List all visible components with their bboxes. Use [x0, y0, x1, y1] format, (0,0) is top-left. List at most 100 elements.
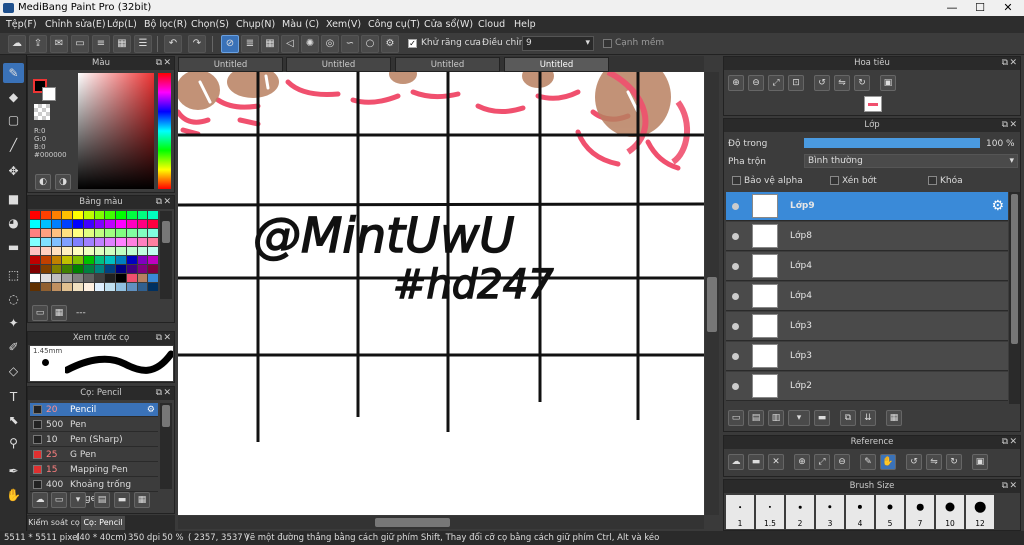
move-tool-icon[interactable]: ✥ — [3, 161, 24, 181]
palette-swatch[interactable] — [30, 211, 40, 219]
palette-swatch[interactable] — [83, 229, 94, 237]
hand-tool-icon[interactable]: ✋ — [3, 485, 24, 505]
new-halftone-layer-icon[interactable]: ▤ — [748, 410, 764, 426]
palette-swatch[interactable] — [62, 274, 72, 282]
cloud-icon[interactable]: ☁ — [8, 35, 26, 53]
palette-swatch[interactable] — [73, 256, 83, 264]
palette-swatch[interactable] — [51, 238, 62, 246]
popout-icon[interactable]: ⧉ — [156, 387, 162, 400]
brush-size-preset[interactable]: 1 — [726, 495, 754, 529]
open-folder-icon[interactable]: ▬ — [748, 454, 764, 470]
palette-swatch[interactable] — [148, 220, 158, 228]
palette-swatch[interactable] — [83, 283, 94, 291]
menu-cloud[interactable]: Cloud — [478, 16, 505, 33]
duplicate-layer-icon[interactable]: ⧉ — [840, 410, 856, 426]
hand-icon[interactable]: ✋ — [880, 454, 896, 470]
eyedropper-icon[interactable]: ✎ — [860, 454, 876, 470]
close-icon[interactable]: ✕ — [163, 332, 171, 345]
menu-view[interactable]: Xem(V) — [326, 16, 361, 33]
menu-select[interactable]: Chọn(S) — [191, 16, 229, 33]
palette-swatch[interactable] — [126, 220, 137, 228]
palette-swatch[interactable] — [94, 247, 105, 255]
layer-row[interactable]: Lớp4 — [726, 282, 1008, 311]
blend-select[interactable]: Bình thường ▾ — [804, 154, 1018, 168]
palette-swatch[interactable] — [105, 256, 115, 264]
palette-swatch[interactable] — [30, 283, 40, 291]
visibility-icon[interactable] — [732, 383, 739, 390]
palette-swatch[interactable] — [137, 211, 148, 219]
palette-swatch[interactable] — [148, 265, 158, 273]
palette-swatch[interactable] — [148, 274, 158, 282]
palette-swatch[interactable] — [83, 211, 94, 219]
palette-swatch[interactable] — [94, 220, 105, 228]
canvas-horizontal-scrollbar[interactable] — [178, 516, 704, 529]
pen-tool-icon[interactable]: ✒ — [3, 461, 24, 481]
palette-swatch[interactable] — [148, 247, 158, 255]
eyedropper-icon[interactable]: ⚲ — [3, 433, 24, 453]
palette-swatch[interactable] — [62, 211, 72, 219]
fit-icon[interactable]: ⤢ — [814, 454, 830, 470]
palette-swatch[interactable] — [51, 256, 62, 264]
layer-row[interactable]: Lớp2 — [726, 372, 1008, 401]
palette-swatch[interactable] — [73, 211, 83, 219]
palette-swatch[interactable] — [51, 283, 62, 291]
menu-color[interactable]: Màu (C) — [282, 16, 319, 33]
palette-swatch[interactable] — [40, 238, 51, 246]
palette-swatch[interactable] — [73, 265, 83, 273]
grid-doc-icon[interactable]: ▦ — [113, 35, 131, 53]
palette-swatch[interactable] — [73, 274, 83, 282]
palette-swatch[interactable] — [40, 274, 51, 282]
menu-snap[interactable]: Chụp(N) — [236, 16, 275, 33]
brush-doc-icon[interactable]: ▤ — [94, 492, 110, 508]
tab-brush[interactable]: Cọ: Pencil — [81, 516, 125, 530]
palette-swatch[interactable] — [105, 238, 115, 246]
brush-size-preset[interactable]: 2 — [786, 495, 814, 529]
rotate-left-icon[interactable]: ↺ — [814, 75, 830, 91]
brush-size-preset[interactable]: 3 — [816, 495, 844, 529]
close-icon[interactable]: ✕ — [1009, 57, 1017, 70]
maximize-button[interactable]: ☐ — [966, 0, 994, 16]
palette-swatch[interactable] — [51, 247, 62, 255]
tab-brush-control[interactable]: Kiểm soát cọ — [28, 516, 80, 530]
brush-item[interactable]: 25 G Pen — [30, 448, 158, 462]
palette-swatch[interactable] — [40, 265, 51, 273]
visibility-icon[interactable] — [732, 323, 739, 330]
palette-swatch[interactable] — [148, 256, 158, 264]
palette-swatch[interactable] — [137, 283, 148, 291]
fill-shape-icon[interactable]: ■ — [3, 189, 24, 209]
palette-swatch[interactable] — [148, 283, 158, 291]
lock-view-icon[interactable]: ▣ — [880, 75, 896, 91]
palette-swatch[interactable] — [62, 247, 72, 255]
operation-tool-icon[interactable]: ⬉ — [3, 410, 24, 430]
new-8bit-layer-icon[interactable]: ▥ — [768, 410, 784, 426]
eraser-tool-icon[interactable]: ◆ — [3, 87, 24, 107]
palette-swatch[interactable] — [116, 247, 126, 255]
palette-swatch[interactable] — [40, 256, 51, 264]
palette-swatch[interactable] — [94, 265, 105, 273]
soft-edge-checkbox[interactable] — [603, 39, 612, 48]
zoom-out-icon[interactable]: ⊖ — [748, 75, 764, 91]
visibility-icon[interactable] — [732, 293, 739, 300]
palette-swatch[interactable] — [94, 283, 105, 291]
upload-icon[interactable]: ⇪ — [29, 35, 47, 53]
antialias-checkbox[interactable]: ✓ — [408, 39, 417, 48]
ellipse-snap-icon[interactable]: ○ — [361, 35, 379, 53]
palette-swatch[interactable] — [116, 211, 126, 219]
grid-snap-icon[interactable]: ▦ — [261, 35, 279, 53]
palette-swatch[interactable] — [137, 256, 148, 264]
menu-help[interactable]: Help — [514, 16, 536, 33]
palette-swatch[interactable] — [62, 238, 72, 246]
menu-filter[interactable]: Bộ lọc(R) — [144, 16, 187, 33]
delete-brush-icon[interactable]: ▦ — [134, 492, 150, 508]
line-tool-icon[interactable]: ╱ — [3, 135, 24, 155]
dot-tool-icon[interactable]: ▢ — [3, 110, 24, 130]
palette-swatch[interactable] — [105, 283, 115, 291]
transparent-swatch[interactable] — [34, 104, 50, 120]
popout-icon[interactable]: ⧉ — [1002, 436, 1008, 449]
layer-row[interactable]: Lớp3 — [726, 312, 1008, 341]
palette-swatch[interactable] — [83, 247, 94, 255]
palette-swatch[interactable] — [116, 265, 126, 273]
brush-menu-icon[interactable]: ▾ — [70, 492, 86, 508]
doc-tab[interactable]: Untitled — [286, 57, 391, 72]
flip-icon[interactable]: ⇋ — [834, 75, 850, 91]
